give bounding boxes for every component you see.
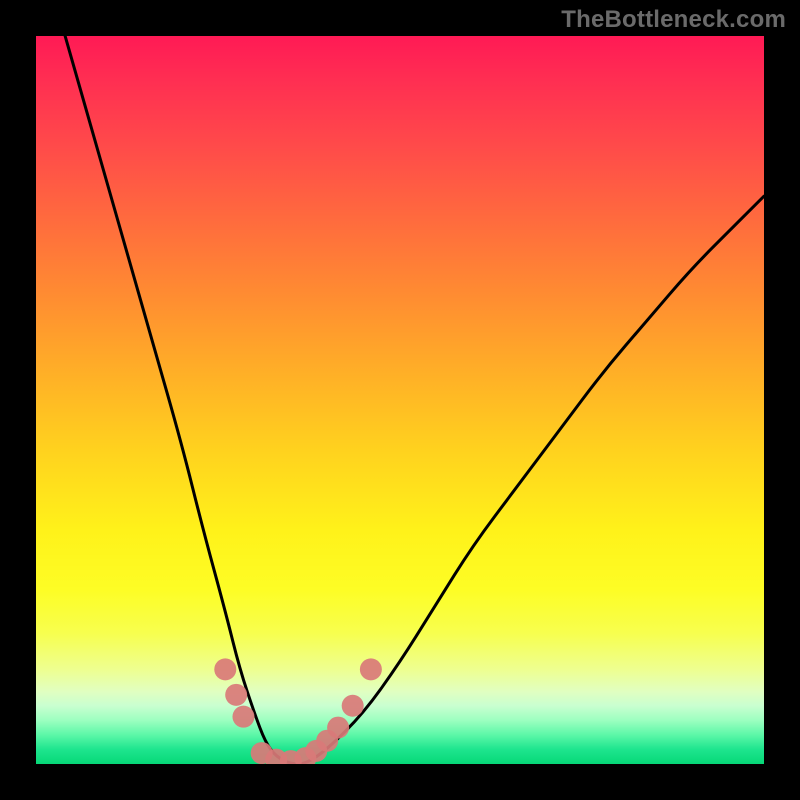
- watermark-text: TheBottleneck.com: [561, 6, 786, 34]
- marker-dot: [342, 695, 364, 717]
- marker-dot: [232, 706, 254, 728]
- marker-dot: [214, 658, 236, 680]
- chart-frame: TheBottleneck.com: [0, 0, 800, 800]
- marker-dot: [360, 658, 382, 680]
- plot-area: [36, 36, 764, 764]
- marker-dot: [225, 684, 247, 706]
- bottleneck-curve: [65, 36, 764, 764]
- chart-svg: [36, 36, 764, 764]
- marker-dot: [327, 717, 349, 739]
- curve-markers: [214, 658, 382, 764]
